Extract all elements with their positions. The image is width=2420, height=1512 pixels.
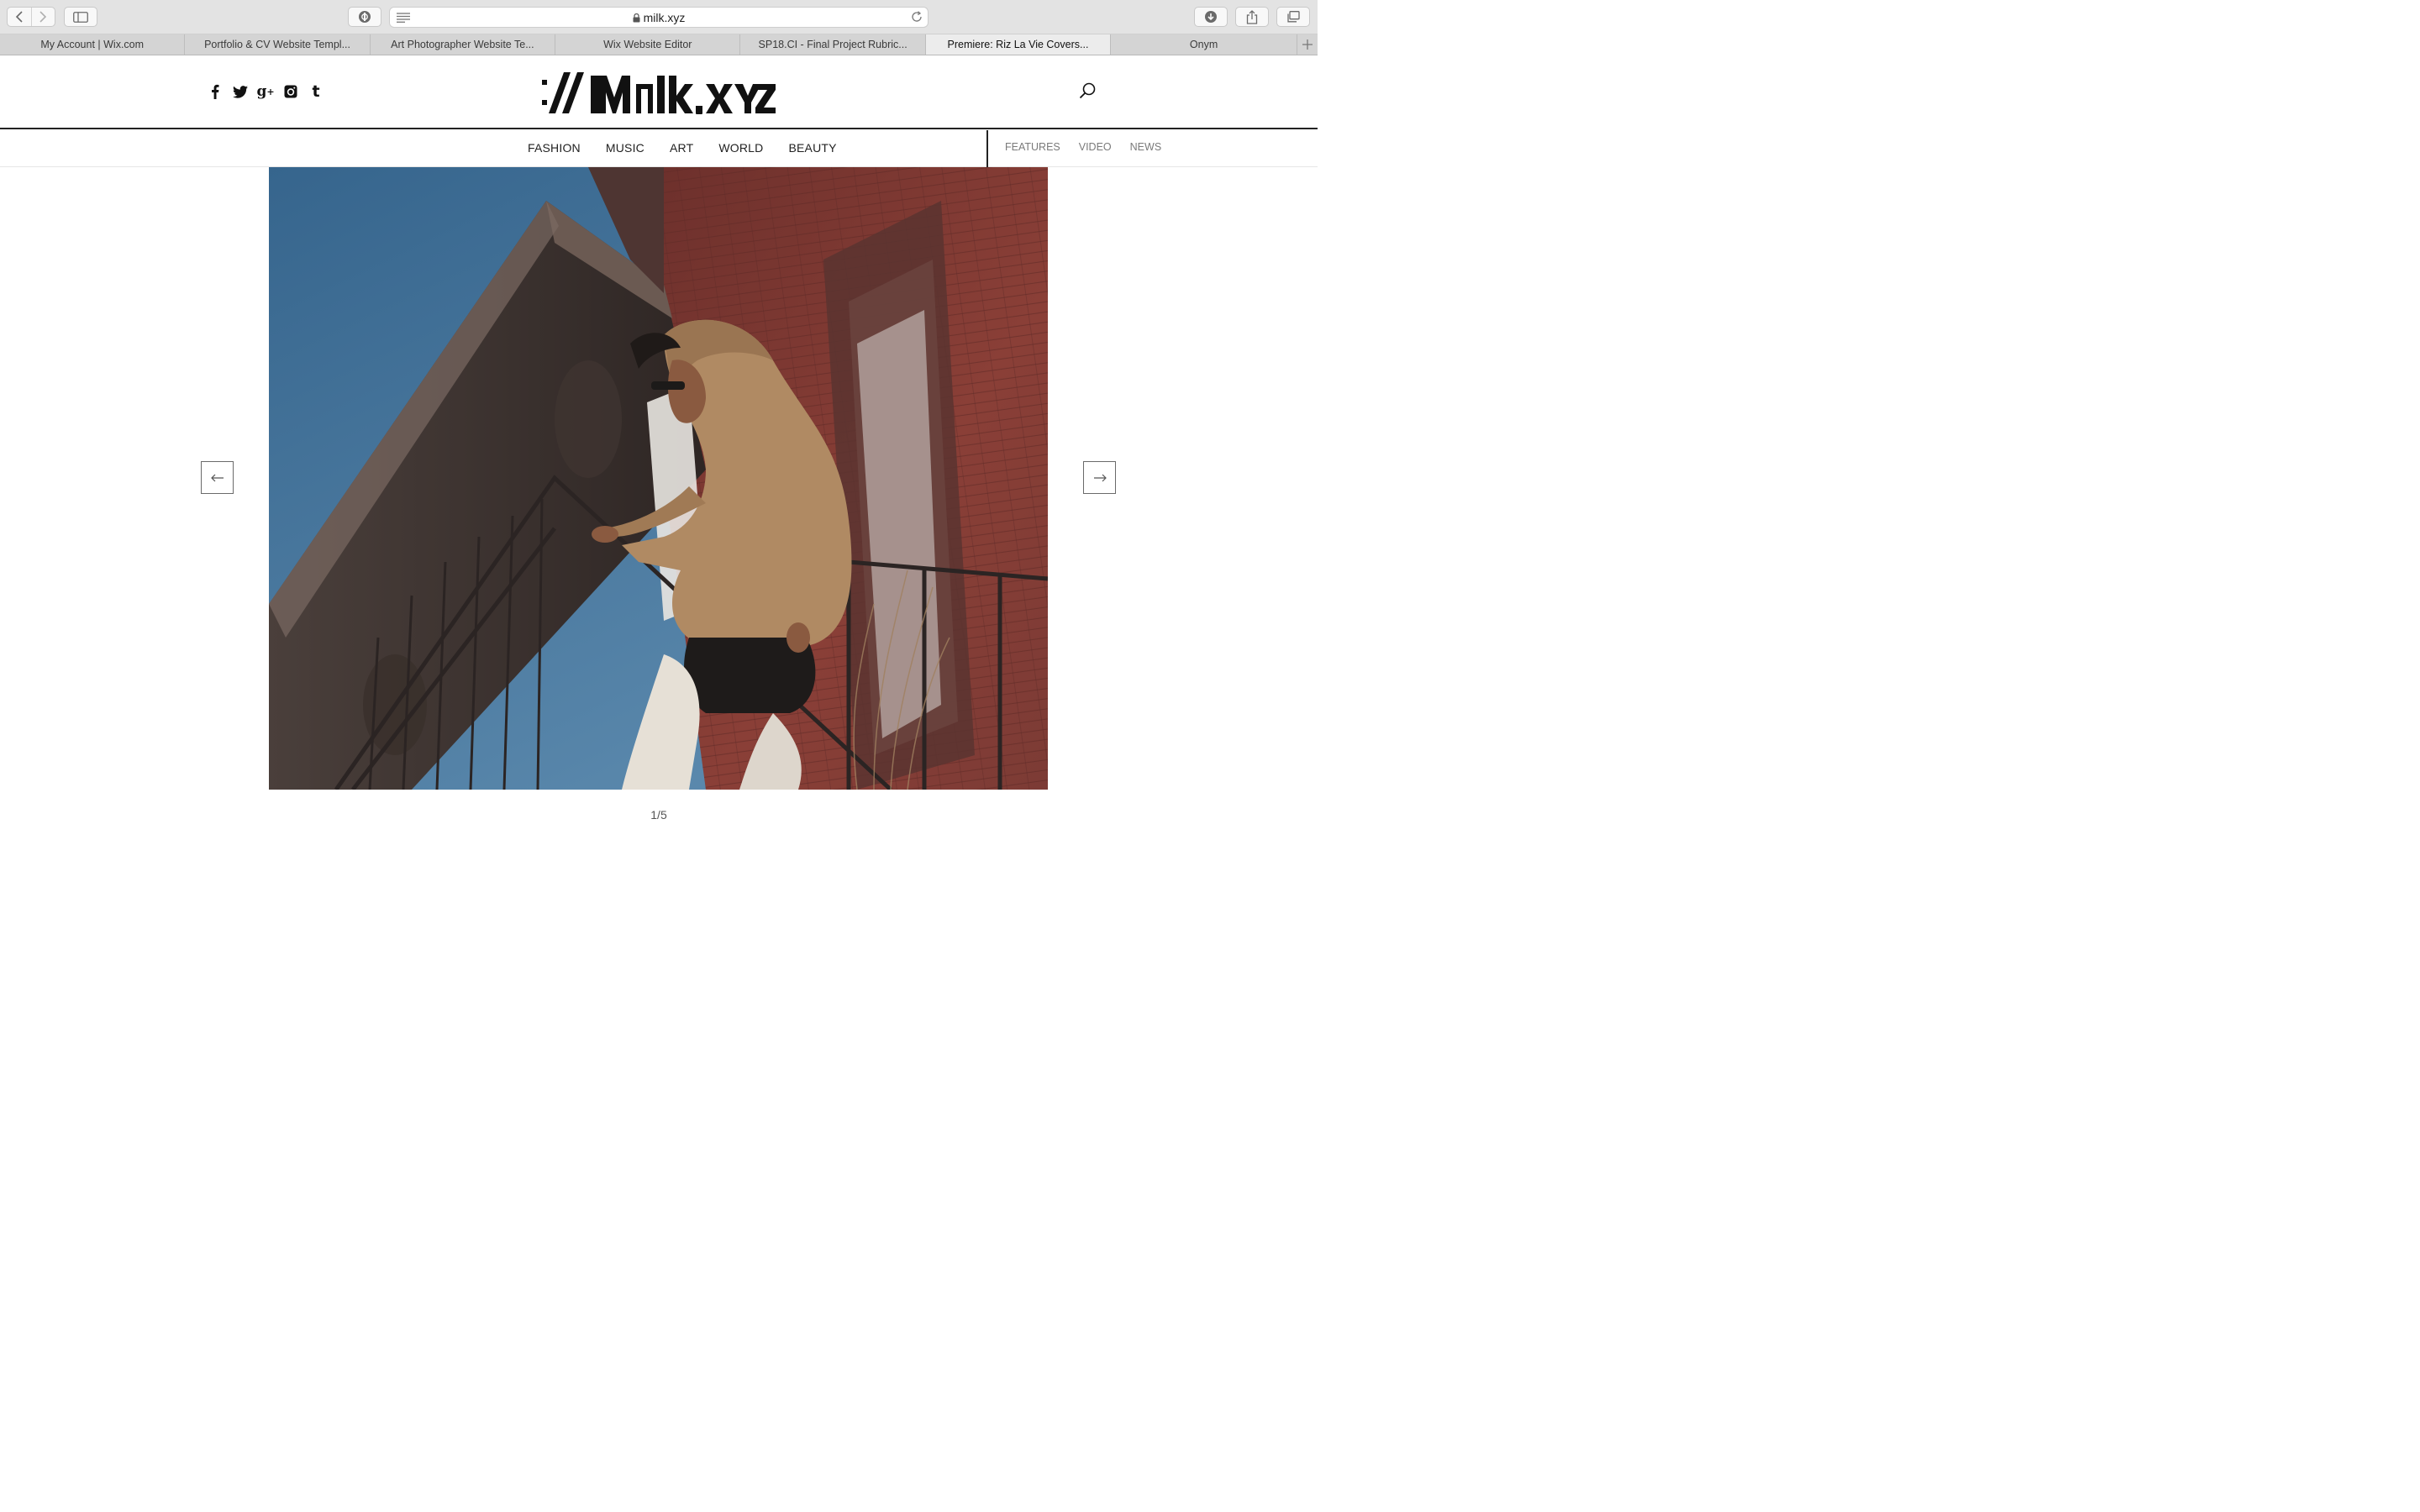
url-display: milk.xyz xyxy=(390,11,928,24)
twitter-icon[interactable] xyxy=(232,83,249,100)
browser-toolbar: milk.xyz xyxy=(0,0,1318,34)
back-button[interactable] xyxy=(8,8,31,26)
chevron-left-icon xyxy=(15,11,23,23)
url-text: milk.xyz xyxy=(643,11,686,24)
arrow-right-icon xyxy=(1093,474,1107,481)
browser-window: milk.xyz My Account | Wix.com Portfolio … xyxy=(0,0,1318,823)
instagram-icon[interactable] xyxy=(282,83,299,100)
tab-portfolio-cv[interactable]: Portfolio & CV Website Templ... xyxy=(185,34,371,55)
chevron-right-icon xyxy=(39,11,47,23)
address-bar[interactable]: milk.xyz xyxy=(389,7,929,28)
forward-button[interactable] xyxy=(30,8,55,26)
nav-fashion[interactable]: FASHION xyxy=(528,141,581,155)
category-nav: FASHION MUSIC ART WORLD BEAUTY FEATURES … xyxy=(0,130,1318,167)
tumblr-icon[interactable]: t xyxy=(308,82,324,101)
nav-features[interactable]: FEATURES xyxy=(1005,141,1060,153)
reload-icon[interactable] xyxy=(911,11,923,23)
nav-video[interactable]: VIDEO xyxy=(1079,141,1112,153)
prev-slide-button[interactable] xyxy=(201,461,234,494)
site-header: g + t xyxy=(0,55,1318,129)
nav-art[interactable]: ART xyxy=(670,141,693,155)
search-icon[interactable] xyxy=(1079,82,1096,99)
tab-premiere-active[interactable]: Premiere: Riz La Vie Covers... xyxy=(925,34,1112,55)
share-icon xyxy=(1246,9,1258,24)
photo-illustration xyxy=(269,167,1048,790)
privacy-shield-icon xyxy=(359,11,371,23)
social-links: g + t xyxy=(207,82,324,101)
lock-icon xyxy=(633,13,640,23)
google-plus-icon[interactable]: g + xyxy=(256,83,274,100)
nav-divider xyxy=(986,130,988,167)
secondary-nav: FEATURES VIDEO NEWS xyxy=(1005,141,1161,153)
gallery-photo xyxy=(269,167,1048,790)
tab-bar: My Account | Wix.com Portfolio & CV Webs… xyxy=(0,34,1318,55)
facebook-icon[interactable] xyxy=(207,83,224,100)
downloads-button[interactable] xyxy=(1194,7,1228,27)
share-button[interactable] xyxy=(1235,7,1269,27)
plus-icon xyxy=(1302,39,1313,50)
nav-beauty[interactable]: BEAUTY xyxy=(788,141,836,155)
history-nav xyxy=(7,7,55,27)
sidebar-button[interactable] xyxy=(64,7,97,27)
primary-nav: FASHION MUSIC ART WORLD BEAUTY xyxy=(528,141,837,155)
download-icon xyxy=(1205,11,1217,23)
nav-world[interactable]: WORLD xyxy=(718,141,763,155)
tab-wix-editor[interactable]: Wix Website Editor xyxy=(555,34,741,55)
nav-news[interactable]: NEWS xyxy=(1130,141,1162,153)
next-slide-button[interactable] xyxy=(1083,461,1116,494)
tabs-icon xyxy=(1287,11,1300,23)
tab-overview-button[interactable] xyxy=(1276,7,1310,27)
tab-my-account[interactable]: My Account | Wix.com xyxy=(0,34,186,55)
tab-art-photographer[interactable]: Art Photographer Website Te... xyxy=(371,34,556,55)
site-logo[interactable] xyxy=(540,72,777,114)
slide-counter: 1/5 xyxy=(650,808,667,822)
sidebar-icon xyxy=(73,11,88,23)
tab-onym[interactable]: Onym xyxy=(1111,34,1298,55)
nav-music[interactable]: MUSIC xyxy=(606,141,644,155)
extension-button[interactable] xyxy=(348,7,381,27)
new-tab-button[interactable] xyxy=(1297,34,1318,55)
arrow-left-icon xyxy=(210,474,224,481)
tab-rubric[interactable]: SP18.CI - Final Project Rubric... xyxy=(740,34,926,55)
